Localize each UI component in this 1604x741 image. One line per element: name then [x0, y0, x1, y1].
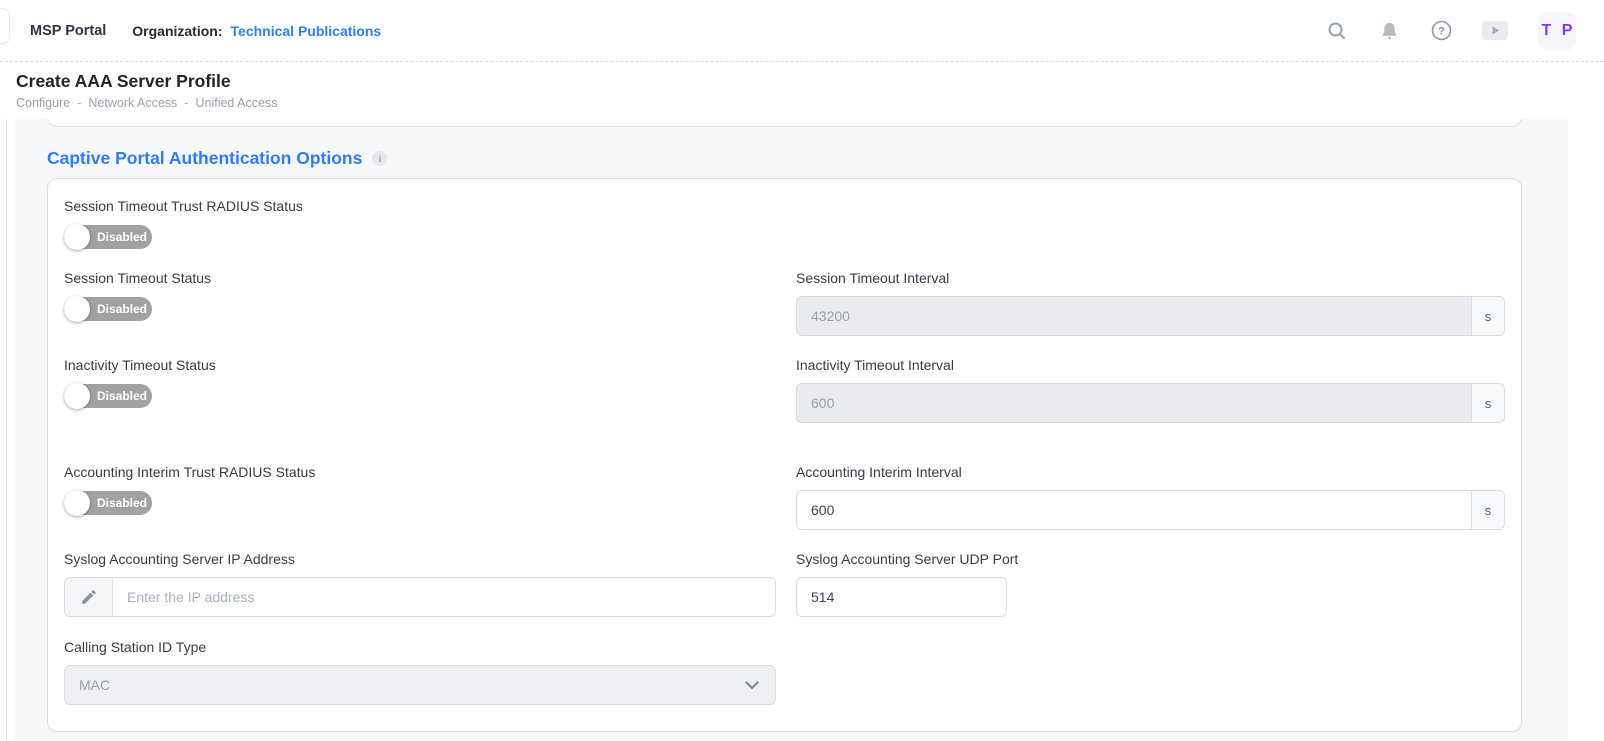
- chevron-down-icon: [745, 677, 759, 693]
- seconds-unit-addon: s: [1471, 296, 1505, 336]
- help-icon[interactable]: ?: [1430, 20, 1452, 42]
- field-label: Accounting Interim Trust RADIUS Status: [64, 465, 776, 480]
- svg-text:?: ?: [1438, 26, 1445, 38]
- organization-label: Organization:: [132, 23, 222, 39]
- field-label: Syslog Accounting Server IP Address: [64, 552, 776, 567]
- inactivity-timeout-status-toggle[interactable]: Disabled: [64, 384, 152, 408]
- field-session-timeout-interval: Session Timeout Interval s: [796, 271, 1505, 336]
- breadcrumb-separator: -: [184, 96, 188, 110]
- breadcrumb-item-configure[interactable]: Configure: [16, 96, 70, 110]
- collapsed-sidebar-edge: [6, 63, 7, 741]
- field-label: Session Timeout Interval: [796, 271, 1505, 286]
- top-header: MSP Portal Organization: Technical Publi…: [0, 0, 1604, 62]
- session-timeout-status-toggle[interactable]: Disabled: [64, 297, 152, 321]
- field-label: Session Timeout Status: [64, 271, 776, 286]
- field-syslog-accounting-server-ip: Syslog Accounting Server IP Address: [64, 552, 776, 617]
- session-timeout-trust-radius-toggle[interactable]: Disabled: [64, 225, 152, 249]
- syslog-udp-port-input[interactable]: [796, 577, 1007, 617]
- toggle-knob: [64, 490, 90, 516]
- accounting-interim-interval-input[interactable]: [796, 490, 1472, 530]
- section-header: Captive Portal Authentication Options i: [47, 148, 1568, 169]
- accounting-interim-trust-radius-toggle[interactable]: Disabled: [64, 491, 152, 515]
- field-session-timeout-trust-radius-status: Session Timeout Trust RADIUS Status Disa…: [64, 199, 1505, 249]
- field-calling-station-id-type: Calling Station ID Type MAC: [64, 640, 776, 705]
- field-label: Session Timeout Trust RADIUS Status: [64, 199, 1505, 214]
- breadcrumb: Configure - Network Access - Unified Acc…: [16, 96, 1604, 110]
- page-title: Create AAA Server Profile: [16, 70, 1604, 92]
- breadcrumb-item-network-access[interactable]: Network Access: [88, 96, 177, 110]
- toggle-knob: [64, 296, 90, 322]
- field-label: Calling Station ID Type: [64, 640, 776, 655]
- field-label: Inactivity Timeout Interval: [796, 358, 1505, 373]
- toggle-state-label: Disabled: [97, 230, 147, 244]
- search-icon[interactable]: [1326, 20, 1348, 42]
- captive-portal-options-card: Session Timeout Trust RADIUS Status Disa…: [47, 178, 1522, 732]
- field-accounting-interim-trust-radius-status: Accounting Interim Trust RADIUS Status D…: [64, 465, 776, 530]
- seconds-unit-addon: s: [1471, 490, 1505, 530]
- field-label: Syslog Accounting Server UDP Port: [796, 552, 1505, 567]
- section-title: Captive Portal Authentication Options: [47, 148, 362, 169]
- toggle-knob: [64, 224, 90, 250]
- video-tour-icon[interactable]: [1482, 21, 1508, 40]
- notifications-bell-icon[interactable]: [1378, 20, 1400, 42]
- calling-station-id-type-select: MAC: [64, 665, 776, 705]
- field-session-timeout-status: Session Timeout Status Disabled: [64, 271, 776, 336]
- page-title-block: Create AAA Server Profile Configure - Ne…: [0, 62, 1604, 119]
- user-avatar[interactable]: T P: [1538, 12, 1576, 50]
- header-actions: ? T P: [1326, 12, 1576, 50]
- breadcrumb-separator: -: [77, 96, 81, 110]
- field-accounting-interim-interval: Accounting Interim Interval s: [796, 465, 1505, 530]
- organization-link[interactable]: Technical Publications: [231, 23, 382, 39]
- field-label: Accounting Interim Interval: [796, 465, 1505, 480]
- toggle-state-label: Disabled: [97, 496, 147, 510]
- sidebar-toggle-sliver[interactable]: [0, 8, 10, 44]
- field-syslog-accounting-udp-port: Syslog Accounting Server UDP Port: [796, 552, 1505, 617]
- app-title: MSP Portal: [30, 23, 106, 39]
- field-inactivity-timeout-status: Inactivity Timeout Status Disabled: [64, 358, 776, 423]
- info-icon[interactable]: i: [372, 151, 387, 166]
- toggle-knob: [64, 383, 90, 409]
- selected-value: MAC: [79, 677, 110, 693]
- breadcrumb-item-unified-access[interactable]: Unified Access: [195, 96, 277, 110]
- field-inactivity-timeout-interval: Inactivity Timeout Interval s: [796, 358, 1505, 423]
- syslog-ip-address-input[interactable]: [113, 578, 775, 616]
- edit-pencil-icon: [65, 578, 113, 616]
- toggle-state-label: Disabled: [97, 302, 147, 316]
- inactivity-timeout-interval-input: [796, 383, 1472, 423]
- seconds-unit-addon: s: [1471, 383, 1505, 423]
- toggle-state-label: Disabled: [97, 389, 147, 403]
- field-label: Inactivity Timeout Status: [64, 358, 776, 373]
- scrollable-content: Captive Portal Authentication Options i …: [15, 115, 1568, 741]
- session-timeout-interval-input: [796, 296, 1472, 336]
